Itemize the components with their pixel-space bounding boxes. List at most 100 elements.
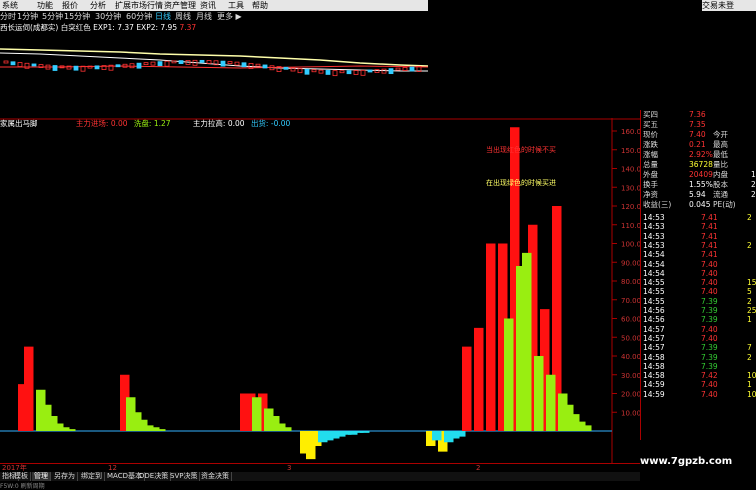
y-tick-label: 40.00 <box>621 353 640 361</box>
tick-time: 14:54 <box>643 268 665 278</box>
candle <box>297 68 303 74</box>
menu-item[interactable]: 报价 <box>62 0 78 11</box>
period-bar: 分时 1分钟 5分钟 15分钟 30分钟 60分钟 日线 周线 月线 更多 ▶ <box>0 11 428 23</box>
menu-item[interactable]: 分析 <box>90 0 106 11</box>
indicator-bar <box>66 429 76 431</box>
tick-time: 14:59 <box>643 389 665 399</box>
tick-row: 14:58 7.39 2 <box>643 353 755 362</box>
quote-row: 净资 5.94 流通 2 <box>643 190 756 200</box>
tick-price: 7.40 <box>701 333 718 343</box>
tick-row: 14:55 7.39 2 <box>643 297 755 306</box>
candle <box>178 60 184 64</box>
period-tab[interactable]: 分时 <box>0 11 16 23</box>
candle <box>31 63 37 67</box>
indicator-tabs: 指标 模板 管理 另存为 绑定到 MACD基本 DDE决策 SVP决策 资金决策 <box>0 472 640 481</box>
tick-time: 14:58 <box>643 361 665 371</box>
tick-volume: 2 <box>747 352 752 362</box>
candle <box>388 68 394 75</box>
candle <box>24 62 30 69</box>
candle <box>353 70 359 75</box>
period-tab[interactable]: 月线 <box>196 11 212 23</box>
period-tab[interactable]: 周线 <box>175 11 191 23</box>
period-tab[interactable]: 更多 ▶ <box>217 11 242 23</box>
period-tab[interactable]: 15分钟 <box>64 11 90 23</box>
indicator-bar <box>156 429 166 431</box>
quote-label: 换手 <box>643 180 658 189</box>
menu-item[interactable]: 工具 <box>228 0 244 11</box>
quote-value: 5.94 <box>689 190 706 199</box>
tick-row: 14:57 7.40 <box>643 334 755 343</box>
tick-price: 7.40 <box>701 259 718 269</box>
tick-price: 7.39 <box>701 352 718 362</box>
quote-row: 涨幅 2.92% 最低 <box>643 150 755 160</box>
tick-time: 14:53 <box>643 240 665 250</box>
tick-price: 7.40 <box>701 278 718 288</box>
indicator-bar <box>24 346 34 431</box>
quote-value: 36728 <box>689 160 713 169</box>
quote-value: 7.36 <box>689 110 706 119</box>
candle <box>164 60 170 67</box>
tick-row: 14:59 7.40 1 <box>643 380 755 389</box>
y-tick-label: 30.00 <box>621 372 640 380</box>
candle <box>332 70 338 77</box>
tick-price: 7.40 <box>701 268 718 278</box>
quote-label: 现价 <box>643 130 658 139</box>
menu-item[interactable]: 扩展市场行情 <box>115 0 163 11</box>
candle <box>241 62 247 68</box>
period-tab[interactable]: 5分钟 <box>42 11 63 23</box>
tick-volume: 15 <box>747 278 756 288</box>
quote-label: 涨跌 <box>643 140 658 149</box>
indicator-tab[interactable]: SVP决策 <box>168 472 201 481</box>
exp1-value: EXP1: 7.37 <box>93 23 134 32</box>
tick-price: 7.39 <box>701 361 718 371</box>
menu-item[interactable]: 资产管理 <box>164 0 196 11</box>
quote-value: 2.92% <box>689 150 713 159</box>
y-tick-label: 10.00 <box>621 409 640 417</box>
kline-chart[interactable] <box>0 33 428 118</box>
quote-label-right: 流通 <box>713 190 728 199</box>
indicator-tab[interactable]: 另存为 <box>52 472 78 481</box>
tick-price: 7.41 <box>701 231 718 241</box>
tick-row: 14:57 7.40 <box>643 325 755 334</box>
indicator-bar <box>504 318 514 431</box>
quote-value-right: 2 <box>751 190 756 199</box>
tick-price: 7.39 <box>701 296 718 306</box>
indicator-bar <box>546 374 556 431</box>
quote-label-right: 最高 <box>713 140 728 149</box>
tick-volume: 7 <box>747 343 752 353</box>
period-tab[interactable]: 日线 <box>155 11 171 23</box>
period-tab[interactable]: 30分钟 <box>95 11 121 23</box>
candle <box>304 68 310 75</box>
quote-row: 买四 7.36 <box>643 110 755 120</box>
menu-item[interactable]: 功能 <box>37 0 53 11</box>
tick-row: 14:58 7.39 <box>643 362 755 371</box>
menu-item[interactable]: 帮助 <box>252 0 268 11</box>
tick-time: 14:57 <box>643 333 665 343</box>
indicator-tab[interactable]: DDE决策 <box>137 472 172 481</box>
indicator-tab[interactable]: 管理 <box>32 472 51 481</box>
indicator-tab[interactable]: 模板 <box>12 472 31 481</box>
y-tick-label: 130.00 <box>621 184 640 192</box>
price-indicator-name: 白突红色 <box>60 23 91 32</box>
menu-item[interactable]: 系统 <box>2 0 18 11</box>
tick-volume: 2 <box>747 213 752 222</box>
indicator-bar <box>252 397 262 431</box>
tick-price: 7.41 <box>701 222 718 232</box>
indicator-bar <box>486 243 496 431</box>
tick-time: 14:53 <box>643 213 665 222</box>
y-tick-label: 100.00 <box>621 241 640 249</box>
period-tab[interactable]: 60分钟 <box>126 11 152 23</box>
indicator-tab[interactable]: 资金决策 <box>199 472 232 481</box>
candle <box>220 60 226 67</box>
tick-volume: 2 <box>747 296 752 306</box>
indicator-chart[interactable]: 160.00 150.00 140.00 130.00 120.00 110.00 100.… <box>0 118 640 463</box>
quote-row: 收益(三) 0.045 PE(动) <box>643 200 755 210</box>
quote-label-right: 最低 <box>713 150 728 159</box>
period-tab[interactable]: 1分钟 <box>17 11 38 23</box>
tick-time: 14:58 <box>643 371 665 381</box>
indicator-tab[interactable]: 绑定到 <box>79 472 105 481</box>
menu-item[interactable]: 资讯 <box>200 0 216 11</box>
tick-row: 14:56 7.39 1 <box>643 315 755 324</box>
tick-volume: 2 <box>747 240 752 250</box>
quote-label: 净资 <box>643 190 658 199</box>
